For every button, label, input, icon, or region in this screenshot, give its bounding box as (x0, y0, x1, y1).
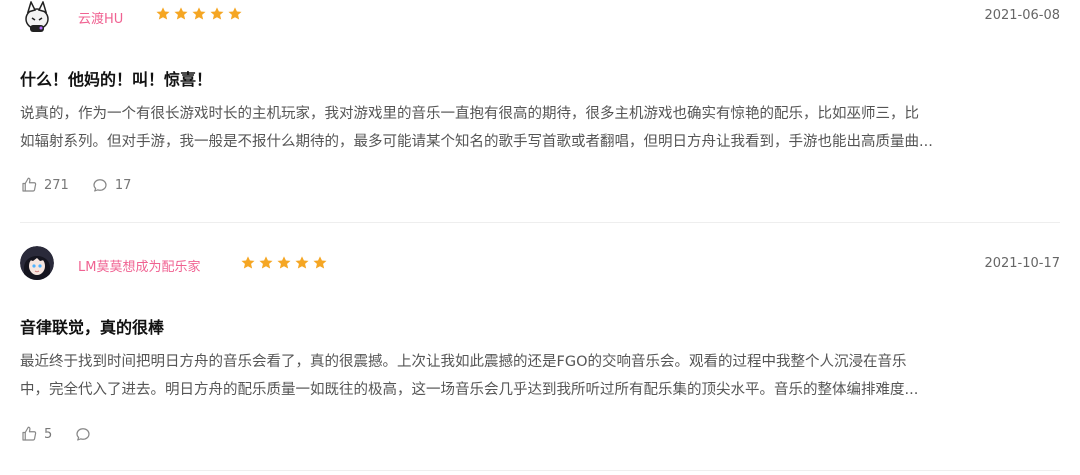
review-title: 音律联觉，真的很棒 (20, 318, 165, 337)
star-icon (210, 7, 224, 20)
username[interactable]: 云渡HU (78, 8, 123, 27)
star-icon (277, 256, 291, 269)
star-icon (295, 256, 309, 269)
review-date: 2021-06-08 (984, 8, 1060, 23)
divider (20, 222, 1060, 223)
like-button[interactable]: 5 (20, 425, 52, 443)
star-icon (259, 256, 273, 269)
star-icon (156, 7, 170, 20)
thumbs-up-icon (22, 177, 37, 192)
comment-button[interactable]: 17 (91, 176, 132, 194)
review-date: 2021-10-17 (984, 256, 1060, 271)
star-icon (174, 7, 188, 20)
review-actions: 5 (20, 425, 98, 443)
review-body-line: 中，完全代入了进去。明日方舟的配乐质量一如既往的极高，这一场音乐会几乎达到我所听… (20, 382, 919, 398)
star-icon (228, 7, 242, 20)
username[interactable]: LM莫莫想成为配乐家 (78, 256, 200, 275)
comment-button[interactable] (74, 425, 98, 443)
comment-icon (76, 428, 90, 441)
review-body-line: 最近终于找到时间把明日方舟的音乐会看了，真的很震撼。上次让我如此震撼的还是FGO… (20, 354, 907, 370)
like-count: 271 (44, 177, 69, 193)
comment-icon (93, 179, 107, 192)
rating-stars (155, 6, 243, 22)
avatar[interactable] (20, 246, 54, 280)
comment-count: 17 (114, 177, 132, 193)
review-body[interactable]: 说真的，作为一个有很长游戏时长的主机玩家，我对游戏里的音乐一直抱有很高的期待，很… (20, 100, 1060, 156)
avatar[interactable] (20, 0, 54, 34)
like-button[interactable]: 271 (20, 176, 69, 194)
star-icon (192, 7, 206, 20)
review-body-line: 说真的，作为一个有很长游戏时长的主机玩家，我对游戏里的音乐一直抱有很高的期待，很… (20, 106, 919, 122)
review-body[interactable]: 最近终于找到时间把明日方舟的音乐会看了，真的很震撼。上次让我如此震撼的还是FGO… (20, 348, 1060, 404)
review-body-line: 如辐射系列。但对手游，我一般是不报什么期待的，最多可能请某个知名的歌手写首歌或者… (20, 134, 933, 150)
divider (20, 470, 1060, 471)
thumbs-up-icon (22, 426, 37, 441)
star-icon (313, 256, 327, 269)
review-title: 什么！他妈的！叫！惊喜！ (20, 70, 213, 89)
star-icon (241, 256, 255, 269)
rating-stars (240, 255, 328, 271)
review-actions: 271 17 (20, 176, 131, 194)
like-count: 5 (44, 426, 53, 442)
